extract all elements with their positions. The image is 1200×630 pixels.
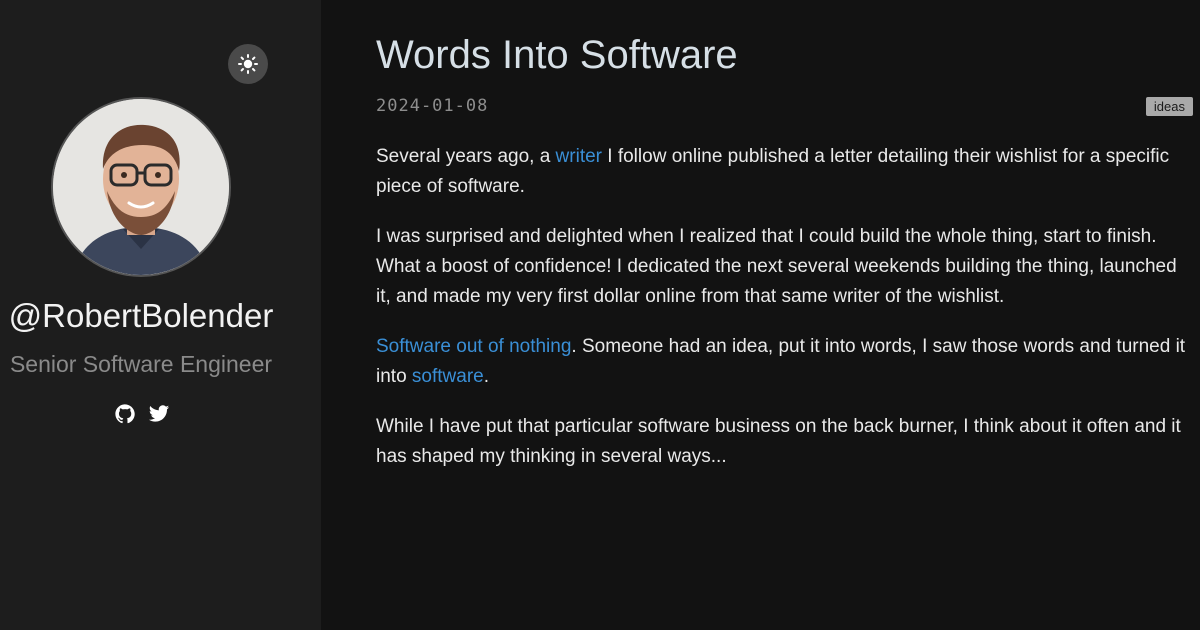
post-date: 2024-01-08 <box>376 96 489 116</box>
theme-toggle-button[interactable] <box>228 44 268 84</box>
software-out-of-nothing-link[interactable]: Software out of nothing <box>376 336 571 357</box>
paragraph-text: . <box>483 366 490 387</box>
paragraph-text: Several years ago, a <box>376 146 556 167</box>
main-content: Words Into Software 2024-01-08 ideas Sev… <box>321 0 1200 630</box>
post-title: Words Into Software <box>376 33 738 77</box>
paragraph-4: While I have put that particular softwar… <box>376 416 1181 467</box>
avatar-portrait <box>53 99 229 275</box>
paragraph-3: Software out of nothing. Someone had an … <box>376 332 1191 392</box>
page: @RobertBolender Senior Software Engineer… <box>0 0 1200 630</box>
paragraph-2: I was surprised and delighted when I rea… <box>376 226 1177 307</box>
avatar <box>51 97 231 277</box>
sun-icon <box>238 54 258 74</box>
social-links <box>113 402 171 426</box>
github-link[interactable] <box>113 402 137 426</box>
writer-link[interactable]: writer <box>556 146 602 167</box>
sidebar: @RobertBolender Senior Software Engineer <box>0 0 321 630</box>
paragraph-1: Several years ago, a writer I follow onl… <box>376 142 1191 202</box>
twitter-icon <box>148 405 170 422</box>
profile-handle: @RobertBolender <box>8 297 274 334</box>
profile-role: Senior Software Engineer <box>9 351 273 377</box>
github-icon <box>115 404 135 424</box>
tag-badge[interactable]: ideas <box>1145 97 1193 116</box>
twitter-link[interactable] <box>147 402 171 426</box>
software-link[interactable]: software <box>412 366 484 387</box>
post-body: Several years ago, a writer I follow onl… <box>376 142 1191 492</box>
